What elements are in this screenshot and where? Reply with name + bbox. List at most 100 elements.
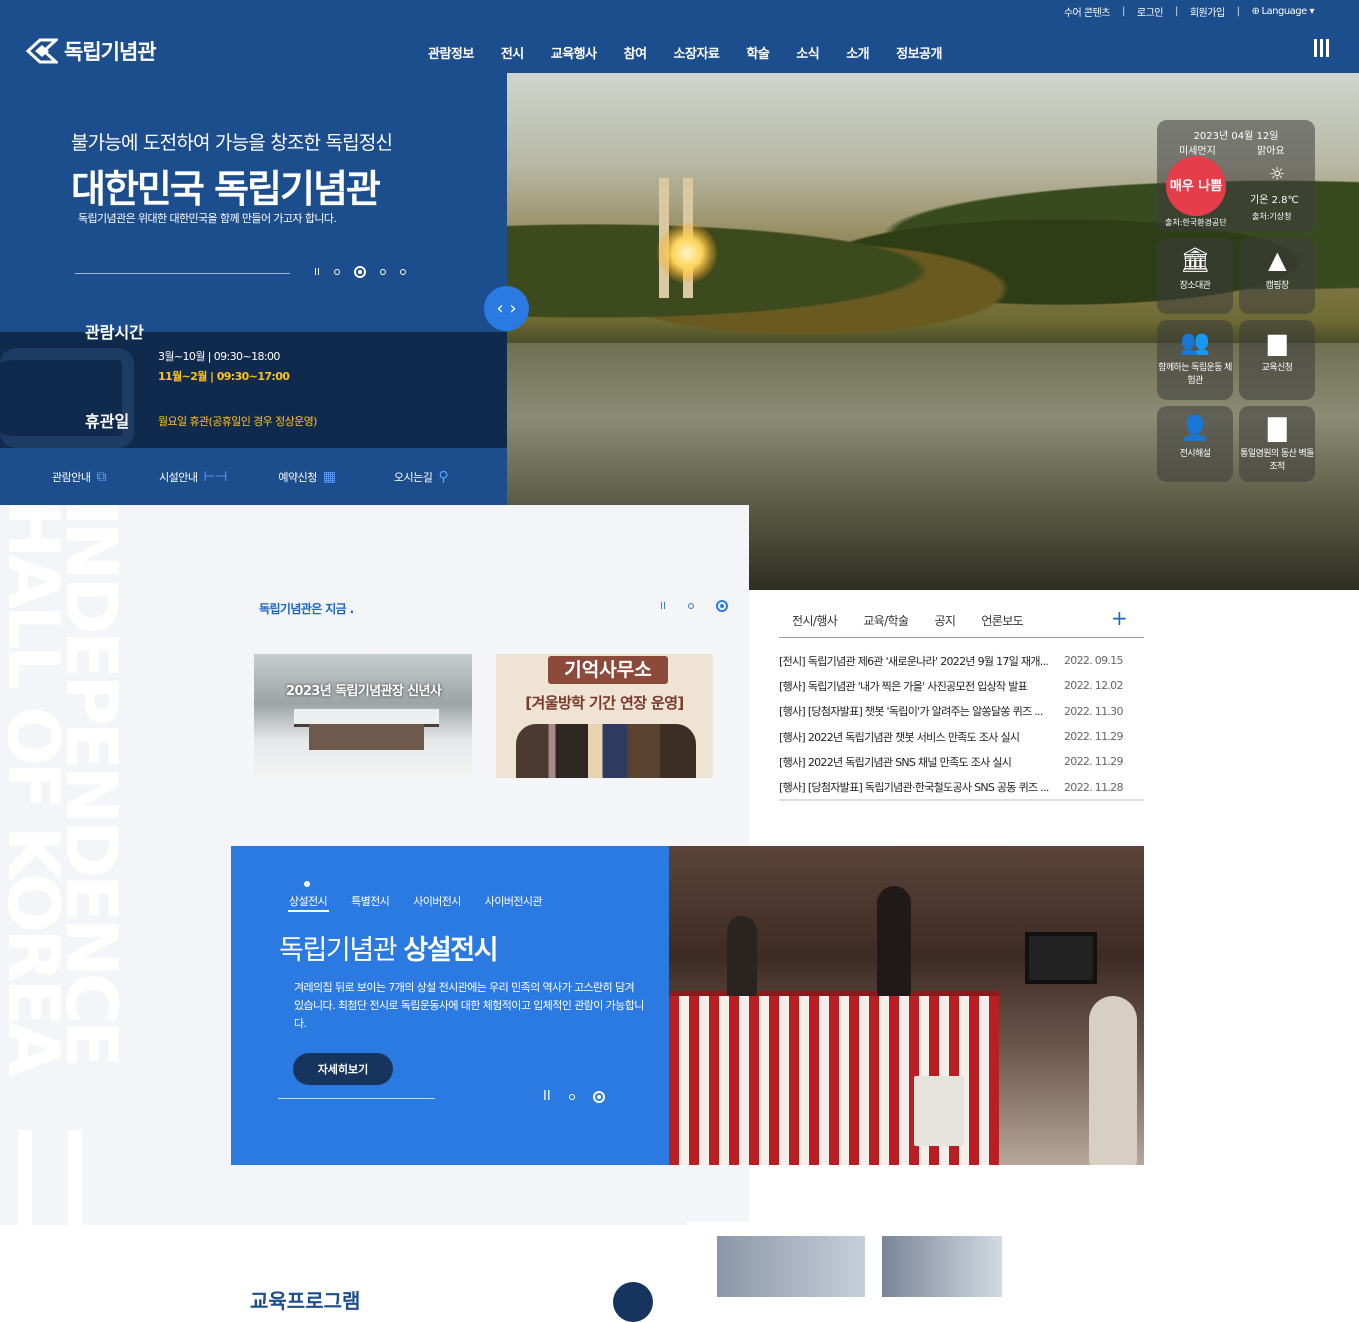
news-title: [행사] 독립기념관 '내가 찍은 가을' 사진공모전 입상작 발표	[779, 679, 1028, 693]
divider: |	[1174, 6, 1178, 17]
slide-dot[interactable]	[568, 1093, 575, 1100]
now-card-memory-office[interactable]: 기억사무소 [겨울방학 기간 연장 운영]	[496, 654, 713, 778]
main-nav: 관람정보 전시 교육행사 참여 소장자료 학술 소식 소개 정보공개	[428, 43, 969, 62]
divider	[779, 637, 1144, 638]
tab-cyber[interactable]: 사이버전시	[413, 893, 461, 909]
hero-description: 독립기념관은 위대한 대한민국을 함께 만들어 가고자 합니다.	[78, 212, 337, 225]
tab-special[interactable]: 특별전시	[351, 893, 390, 909]
bottom-photo	[687, 1222, 1127, 1297]
exhibition-title: 독립기념관 상설전시	[279, 928, 499, 967]
slide-dot-active[interactable]	[353, 266, 366, 278]
slide-arrows-button[interactable]: ‹ ›	[484, 286, 529, 331]
list-item[interactable]: [행사] [당첨자발표] 챗봇 '독립이'가 알려주는 알쏭달쏭 퀴즈 ... 2…	[779, 699, 1144, 724]
slide-dot[interactable]	[399, 269, 406, 275]
slide-dot[interactable]	[333, 269, 340, 275]
facility-icon: ⊢⊣	[203, 468, 228, 485]
nav-visit-info[interactable]: 관람정보	[428, 43, 474, 62]
nav-about[interactable]: 소개	[846, 43, 869, 62]
more-button[interactable]	[613, 1282, 653, 1322]
news-date: 2022. 11.29	[1064, 730, 1123, 744]
hero-slider-controls: II	[314, 266, 406, 278]
progress-line	[278, 1098, 435, 1099]
pause-button[interactable]: II	[660, 601, 666, 612]
hero-progress-line	[75, 273, 290, 274]
quick-label: 시설안내	[159, 470, 198, 484]
language-select[interactable]: Language ▾	[1261, 6, 1314, 17]
quick-directions[interactable]: 오시는길 ⚲	[364, 448, 478, 505]
sign-language-link[interactable]: 수어 콘텐츠	[1064, 4, 1111, 19]
login-link[interactable]: 로그인	[1137, 4, 1164, 19]
news-tabs: 전시/행사 교육/학술 공지 언론보도	[792, 612, 1049, 629]
pause-button[interactable]: II	[314, 267, 320, 278]
title-bold: 상설전시	[403, 935, 498, 966]
figure	[1089, 996, 1137, 1165]
logo-text: 독립기념관	[64, 40, 157, 64]
list-item[interactable]: [행사] 독립기념관 '내가 찍은 가을' 사진공모전 입상작 발표 2022. …	[779, 673, 1144, 698]
board-icon: ▆	[1268, 328, 1286, 356]
figure	[727, 916, 757, 996]
tile-docent[interactable]: 👤 전시해설	[1157, 406, 1233, 482]
tile-label: 함께하는 독립운동 체험관	[1158, 363, 1232, 386]
slide-dot-active[interactable]	[592, 1090, 605, 1103]
nav-academic[interactable]: 학술	[746, 43, 769, 62]
tile-label: 캠핑장	[1265, 281, 1289, 291]
signup-link[interactable]: 회원가입	[1190, 4, 1225, 19]
tab-cyber-hall[interactable]: 사이버전시관	[485, 893, 543, 909]
tile-camping[interactable]: ▲ 캠핑장	[1239, 238, 1315, 314]
nav-disclosure[interactable]: 정보공개	[896, 43, 942, 62]
all-menu-icon[interactable]	[1314, 39, 1329, 57]
slide-dot[interactable]	[379, 269, 386, 275]
tile-label: 장소대관	[1179, 281, 1211, 291]
quick-label: 예약신청	[278, 470, 317, 484]
tile-label: 통일염원의 동산 벽돌조적	[1240, 449, 1314, 472]
news-title: [행사] [당첨자발표] 독립기념관·한국철도공사 SNS 공동 퀴즈 ...	[779, 781, 1049, 795]
tile-education-apply[interactable]: ▆ 교육신청	[1239, 320, 1315, 400]
tab-exhibition-events[interactable]: 전시/행사	[792, 612, 838, 629]
list-item[interactable]: [전시] 독립기념관 제6관 '새로운나라' 2022년 9월 17일 재개..…	[779, 648, 1144, 673]
active-tab-dot	[304, 881, 310, 887]
tile-venue-rental[interactable]: 🏛 장소대관	[1157, 238, 1233, 314]
list-item[interactable]: [행사] [당첨자발표] 독립기념관·한국철도공사 SNS 공동 퀴즈 ... 2…	[779, 774, 1144, 799]
list-item[interactable]: [행사] 2022년 독립기념관 SNS 채널 만족도 조사 실시 2022. 1…	[779, 749, 1144, 774]
nav-education[interactable]: 교육행사	[551, 43, 597, 62]
tab-education-academic[interactable]: 교육/학술	[863, 612, 909, 629]
nav-collection[interactable]: 소장자료	[674, 43, 720, 62]
tile-experience-hall[interactable]: 👥 함께하는 독립운동 체험관	[1157, 320, 1233, 400]
quick-facility[interactable]: 시설안내 ⊢⊣	[136, 448, 250, 505]
quick-label: 관람안내	[52, 470, 91, 484]
quick-visit-guide[interactable]: 관람안내 ⧉	[22, 448, 136, 505]
weather-source: 출처:기상청	[1252, 212, 1292, 221]
quick-reservation[interactable]: 예약신청 ▦	[250, 448, 364, 505]
view-more-button[interactable]: 자세히보기	[293, 1053, 393, 1085]
more-plus-icon[interactable]: +	[1111, 606, 1128, 630]
card-title: 기억사무소	[548, 656, 668, 684]
now-section-title: 독립기념관은 지금 .	[259, 602, 354, 616]
now-slider-controls: II	[660, 600, 728, 612]
pause-button[interactable]: II	[543, 1089, 551, 1104]
divider: |	[1236, 6, 1240, 17]
slide-dot[interactable]	[687, 603, 694, 609]
tab-permanent[interactable]: 상설전시	[289, 893, 328, 909]
tab-press[interactable]: 언론보도	[981, 612, 1023, 629]
hours-winter: 11월~2월 | 09:30~17:00	[158, 370, 290, 383]
card-subtitle: [겨울방학 기간 연장 운영]	[525, 694, 684, 712]
nav-participation[interactable]: 참여	[624, 43, 647, 62]
hero-title: 대한민국 독립기념관	[71, 167, 381, 211]
display-box	[914, 1076, 964, 1146]
tile-brick-garden[interactable]: ▇ 통일염원의 동산 벽돌조적	[1239, 406, 1315, 482]
site-logo[interactable]: 독립기념관	[26, 36, 157, 66]
hours-summer: 3월~10월 | 09:30~18:00	[158, 350, 280, 363]
people-icon: 👥	[1180, 328, 1210, 356]
now-card-new-year[interactable]: 2023년 독립기념관장 신년사	[254, 654, 472, 778]
tile-label: 교육신청	[1261, 363, 1293, 373]
nav-exhibition[interactable]: 전시	[501, 43, 524, 62]
slide-dot-active[interactable]	[715, 600, 728, 612]
news-title: [행사] 2022년 독립기념관 SNS 채널 만족도 조사 실시	[779, 755, 1012, 769]
building-icon: 🏛	[1180, 246, 1210, 274]
list-item[interactable]: [행사] 2022년 독립기념관 챗봇 서비스 만족도 조사 실시 2022. 1…	[779, 724, 1144, 749]
tv-screen	[1025, 932, 1097, 984]
tab-notice[interactable]: 공지	[934, 612, 955, 629]
news-date: 2022. 11.30	[1064, 704, 1123, 718]
nav-news[interactable]: 소식	[796, 43, 819, 62]
dust-source: 출처:한국환경공단	[1165, 218, 1227, 227]
